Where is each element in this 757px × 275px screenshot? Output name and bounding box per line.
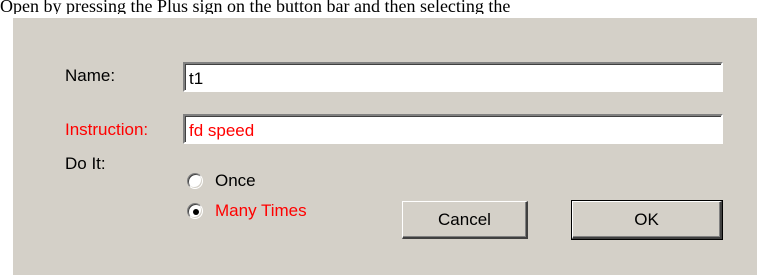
do-it-label: Do It:: [65, 154, 106, 173]
once-label: Once: [215, 171, 256, 190]
many-times-label: Many Times: [215, 201, 307, 220]
radio-many-times[interactable]: [187, 203, 203, 219]
name-label: Name:: [65, 66, 116, 85]
instruction-label: Instruction:: [65, 120, 149, 139]
instruction-field[interactable]: [183, 114, 723, 144]
name-field[interactable]: [183, 62, 723, 92]
dialog: Name: Instruction: Do It: Once Many Time…: [12, 17, 757, 275]
caption-text: Open by pressing the Plus sign on the bu…: [0, 0, 511, 14]
radio-selected-dot: [193, 209, 199, 215]
once-option[interactable]: Once: [187, 170, 256, 192]
cancel-button[interactable]: Cancel: [402, 201, 528, 239]
many-times-option[interactable]: Many Times: [187, 200, 307, 222]
radio-once[interactable]: [187, 173, 203, 189]
ok-button[interactable]: OK: [571, 200, 723, 240]
